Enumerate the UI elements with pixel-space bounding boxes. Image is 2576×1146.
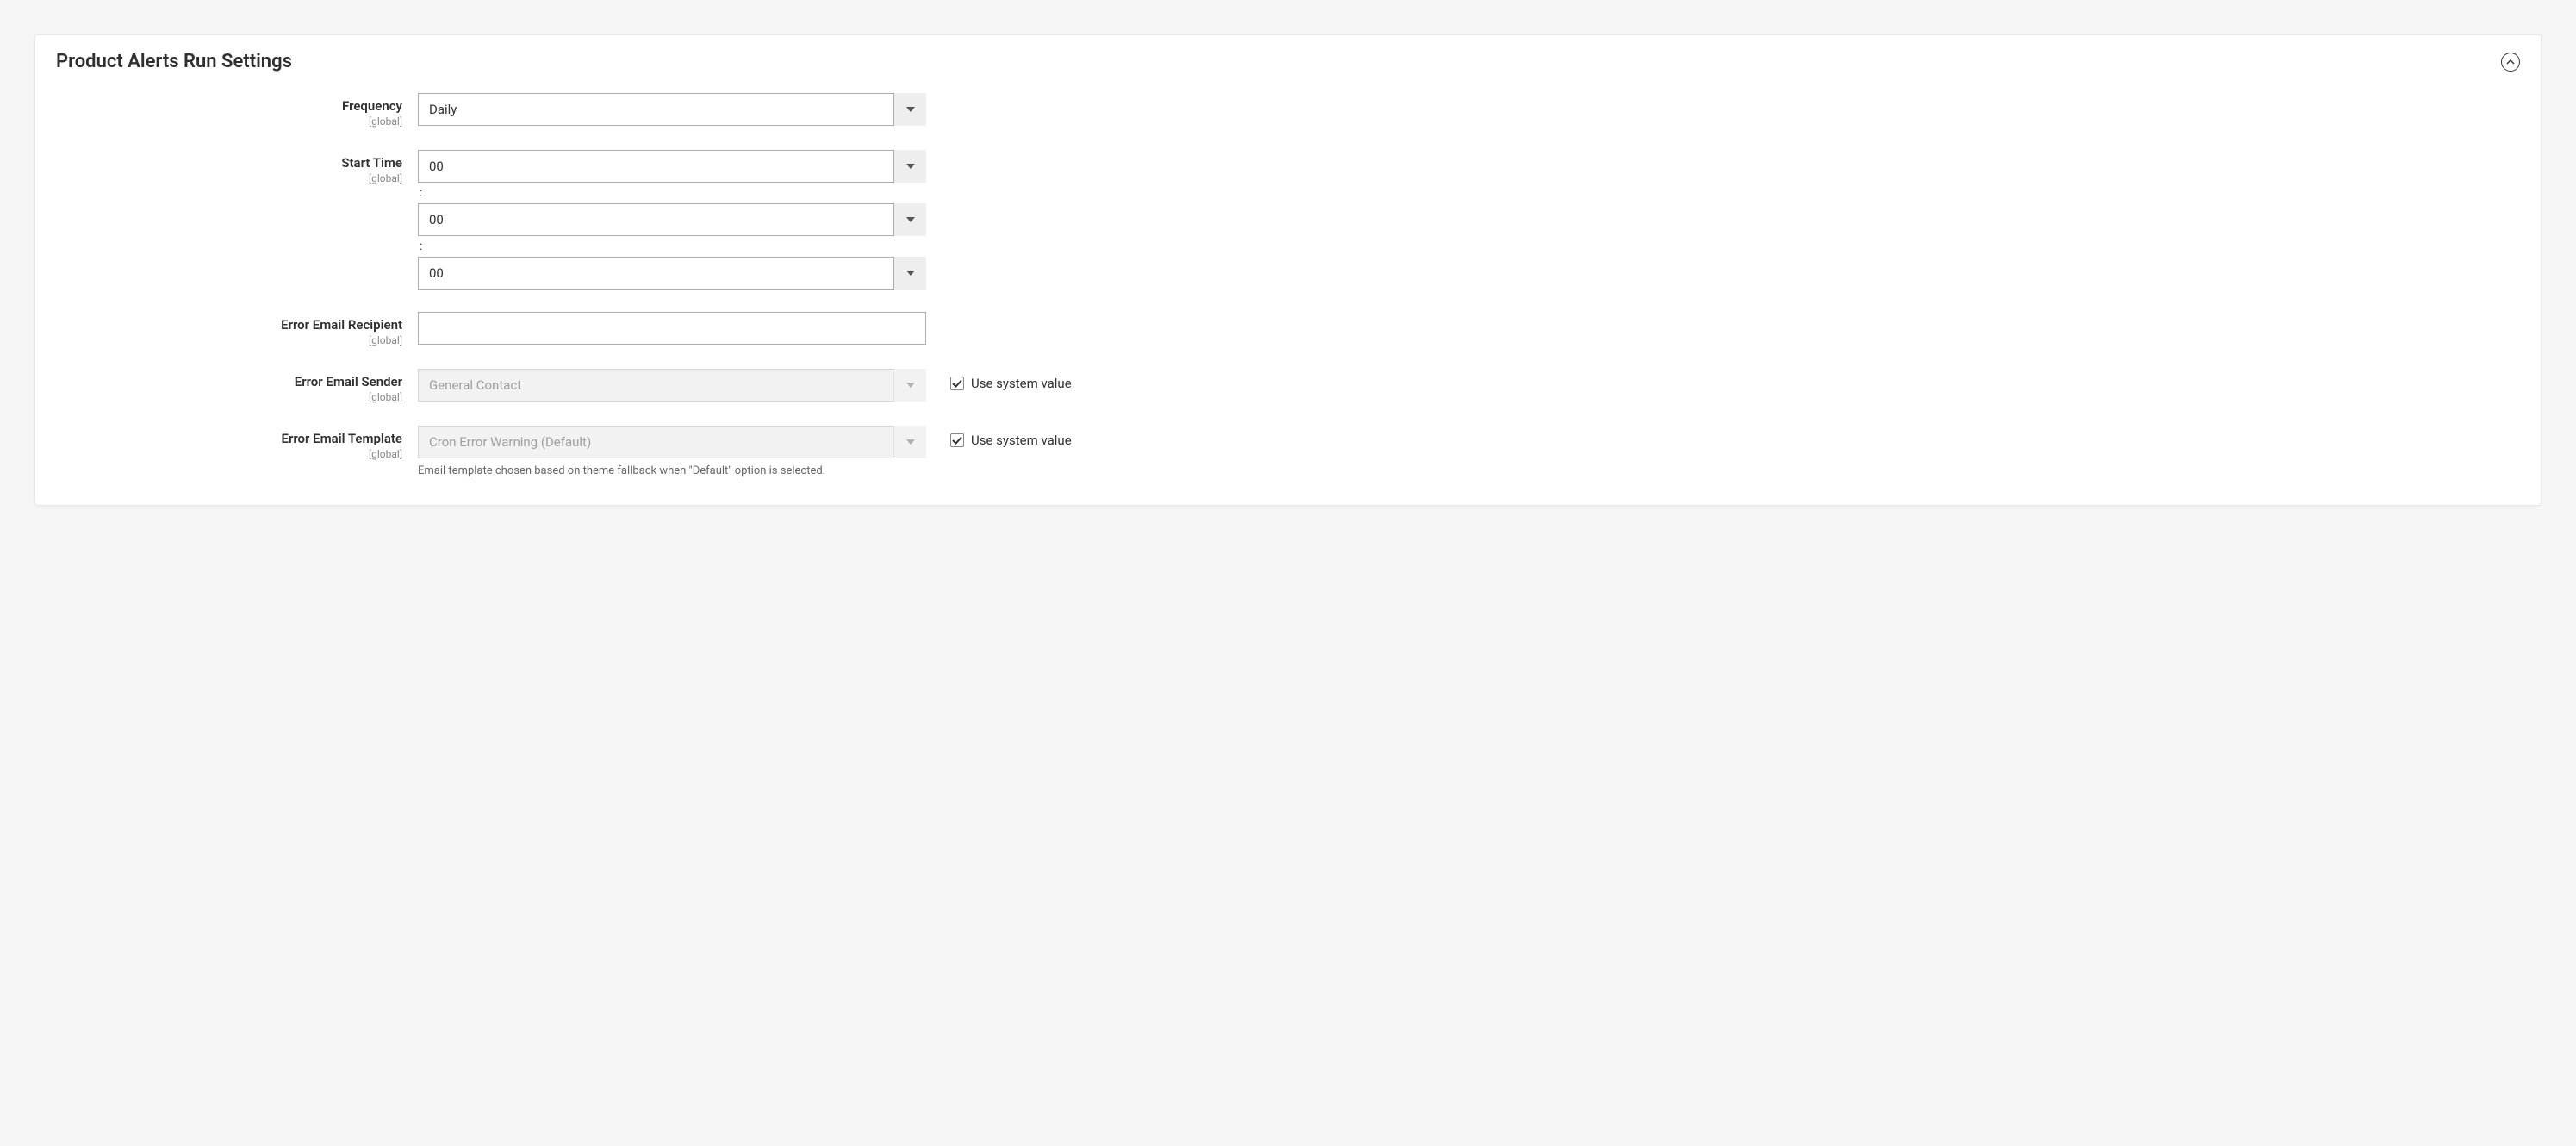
use-system-checkbox-sender[interactable] [950, 377, 964, 390]
label-col: Frequency [global] [56, 93, 418, 128]
scope-label: [global] [56, 172, 402, 184]
error-sender-value: General Contact [418, 369, 926, 402]
start-time-hour-value: 00 [418, 150, 926, 183]
frequency-select[interactable]: Daily [418, 93, 926, 126]
use-system-col: Use system value [926, 369, 1072, 391]
use-system-label[interactable]: Use system value [971, 433, 1072, 448]
frequency-label: Frequency [56, 98, 402, 114]
row-error-template: Error Email Template [global] Cron Error… [56, 426, 2520, 479]
chevron-up-icon [2506, 58, 2515, 66]
input-col: Daily [418, 93, 926, 126]
input-col: Cron Error Warning (Default) Email templ… [418, 426, 926, 479]
scope-label: [global] [56, 448, 402, 460]
error-template-value: Cron Error Warning (Default) [418, 426, 926, 458]
error-sender-label: Error Email Sender [56, 374, 402, 389]
settings-panel: Product Alerts Run Settings Frequency [g… [34, 34, 2542, 506]
start-time-second-select[interactable]: 00 [418, 257, 926, 290]
start-time-second-value: 00 [418, 257, 926, 290]
row-frequency: Frequency [global] Daily [56, 93, 2520, 128]
error-sender-select: General Contact [418, 369, 926, 402]
collapse-toggle[interactable] [2501, 53, 2520, 72]
start-time-minute-select[interactable]: 00 [418, 203, 926, 236]
scope-label: [global] [56, 391, 402, 403]
input-col [418, 312, 926, 345]
frequency-select-value: Daily [418, 93, 926, 126]
label-col: Error Email Sender [global] [56, 369, 418, 403]
time-separator: : [418, 236, 926, 257]
use-system-col: Use system value [926, 426, 1072, 448]
label-col: Error Email Template [global] [56, 426, 418, 460]
start-time-minute-value: 00 [418, 203, 926, 236]
input-col: General Contact [418, 369, 926, 402]
start-time-hour-select[interactable]: 00 [418, 150, 926, 183]
error-recipient-label: Error Email Recipient [56, 317, 402, 333]
error-template-select: Cron Error Warning (Default) [418, 426, 926, 458]
error-recipient-input[interactable] [418, 312, 926, 345]
panel-header: Product Alerts Run Settings [35, 35, 2541, 93]
row-error-sender: Error Email Sender [global] General Cont… [56, 369, 2520, 403]
use-system-checkbox-template[interactable] [950, 433, 964, 447]
row-error-recipient: Error Email Recipient [global] [56, 312, 2520, 346]
scope-label: [global] [56, 334, 402, 346]
error-template-label: Error Email Template [56, 431, 402, 446]
check-icon [952, 436, 962, 445]
label-col: Error Email Recipient [global] [56, 312, 418, 346]
use-system-label[interactable]: Use system value [971, 376, 1072, 391]
panel-title: Product Alerts Run Settings [56, 51, 292, 72]
check-icon [952, 379, 962, 388]
scope-label: [global] [56, 115, 402, 128]
form-body: Frequency [global] Daily Start Time [glo… [35, 93, 2541, 479]
error-template-note: Email template chosen based on theme fal… [418, 464, 926, 479]
start-time-label: Start Time [56, 155, 402, 171]
time-separator: : [418, 183, 926, 203]
label-col: Start Time [global] [56, 150, 418, 184]
input-col: 00 : 00 : 00 [418, 150, 926, 290]
row-start-time: Start Time [global] 00 : 00 : 00 [56, 150, 2520, 290]
